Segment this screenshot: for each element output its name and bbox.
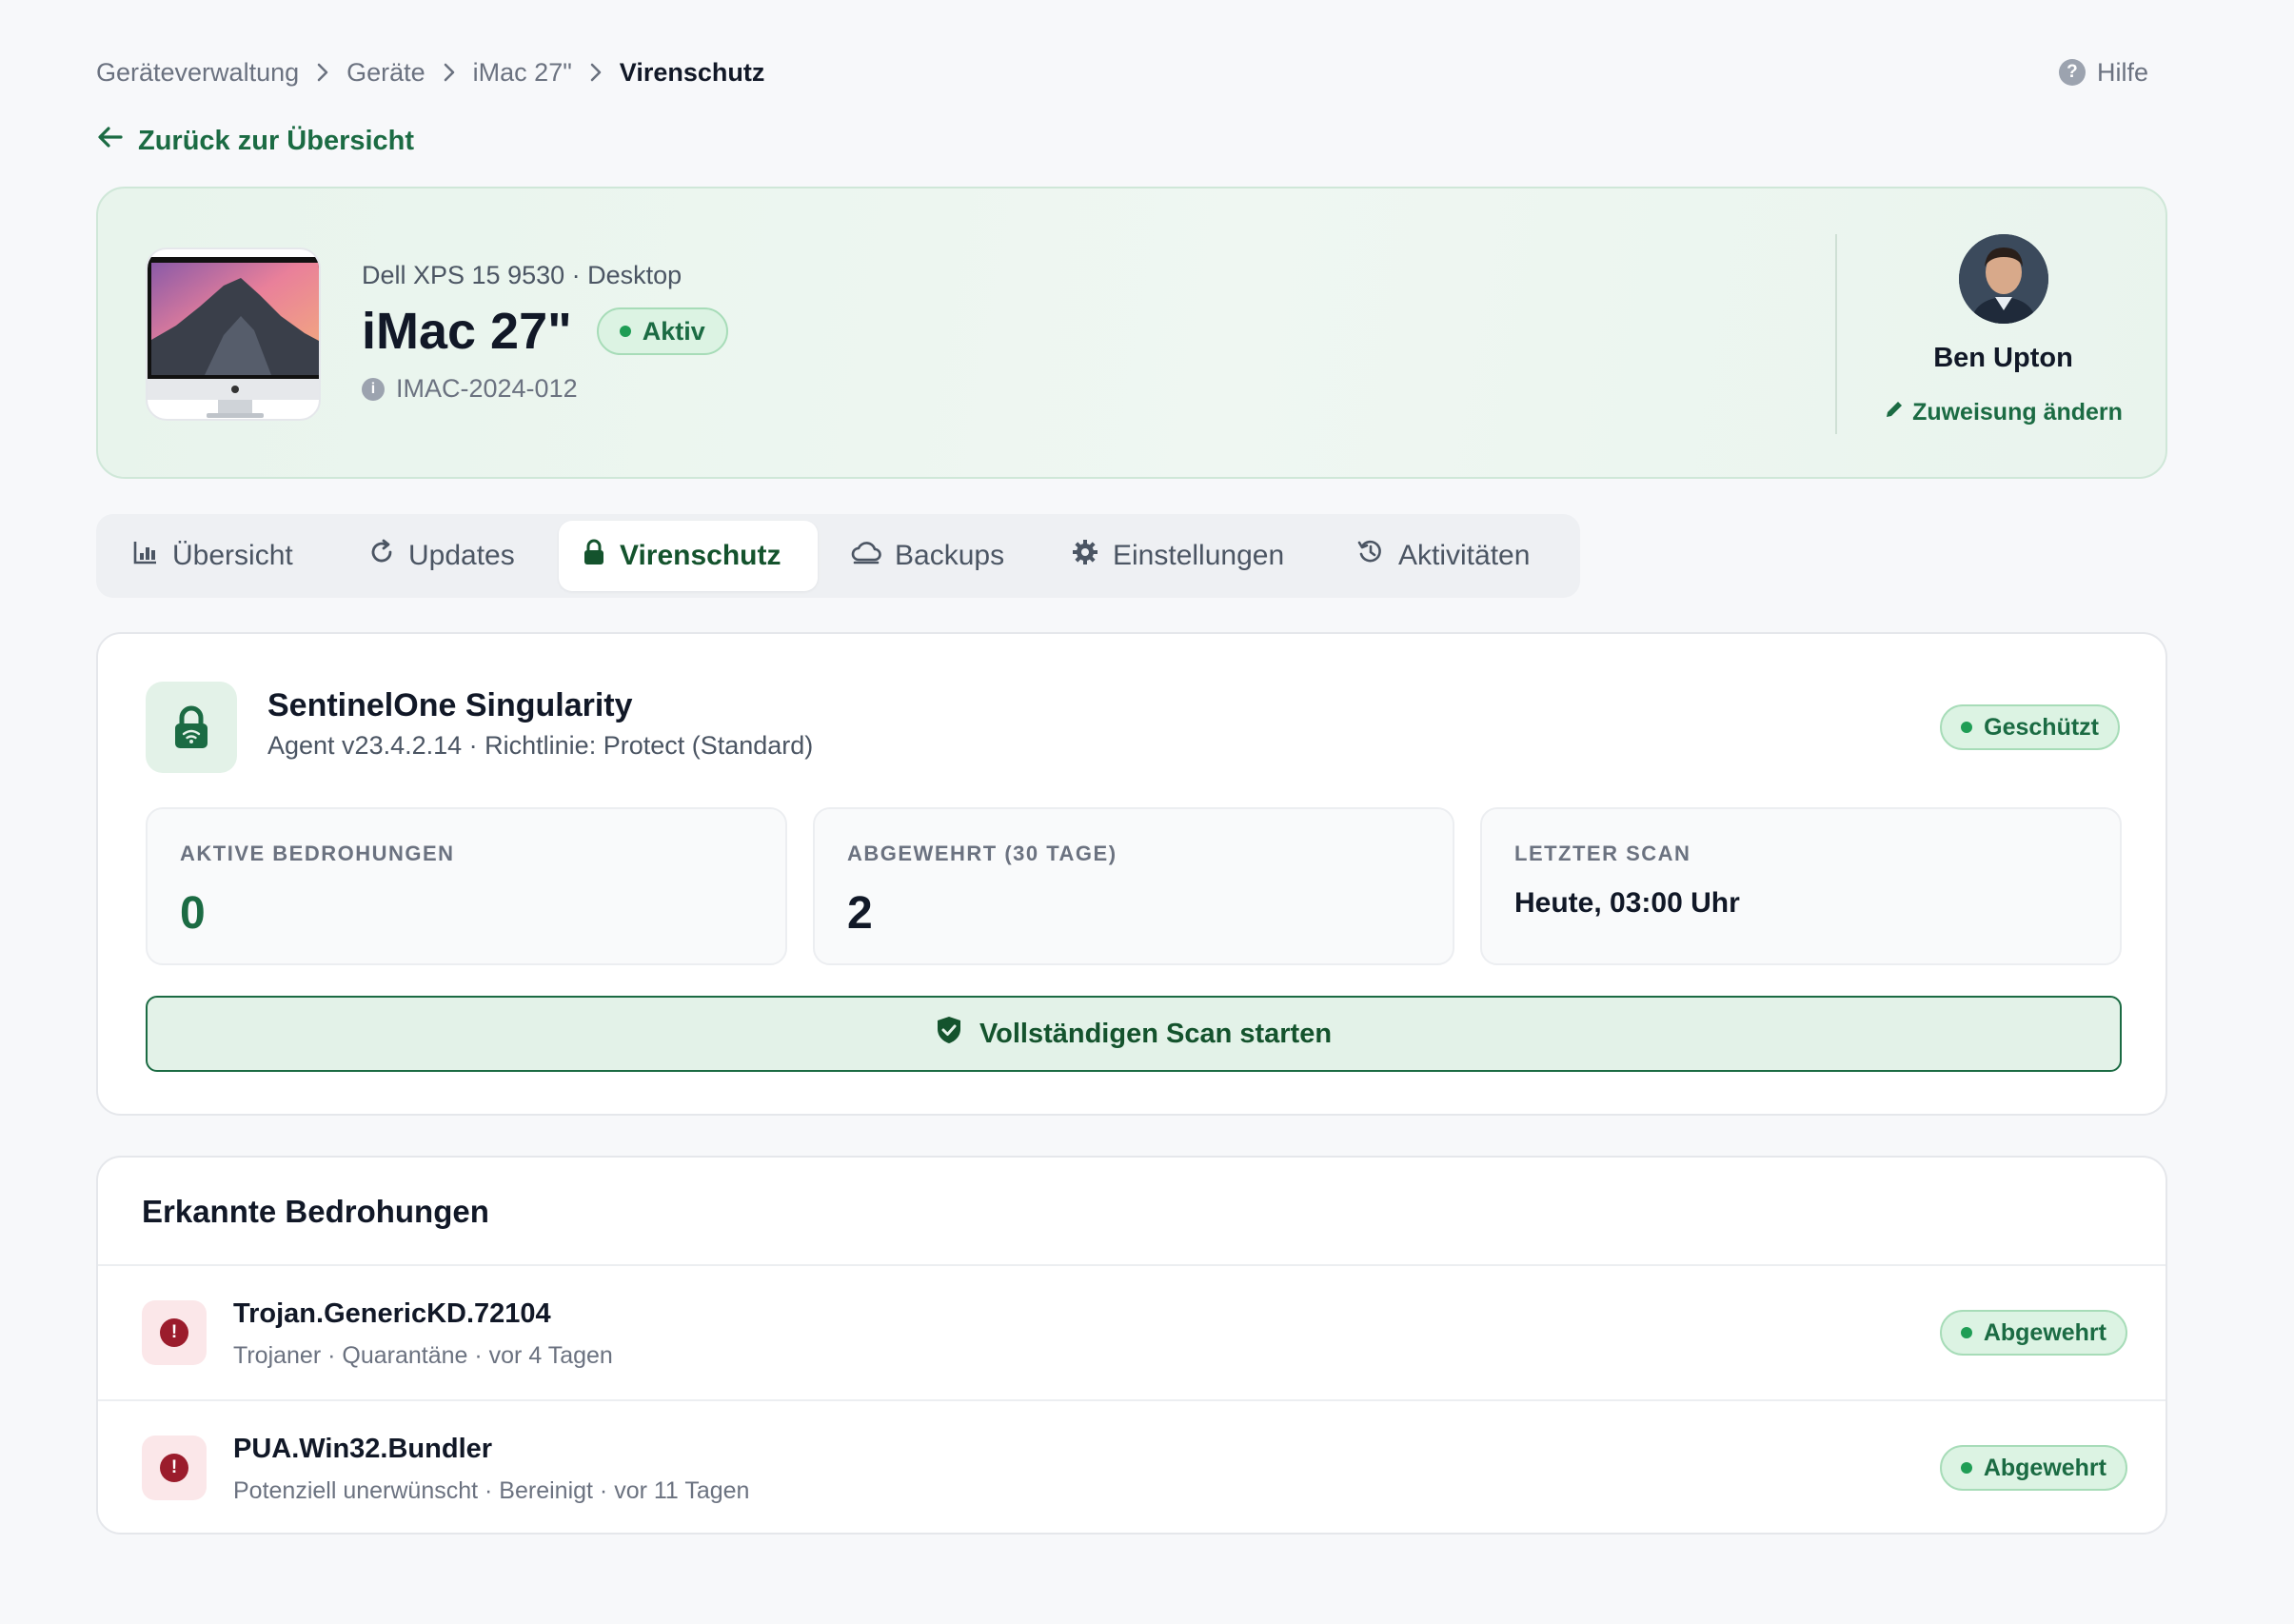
tab-antivirus[interactable]: Virenschutz xyxy=(559,521,818,591)
threat-row[interactable]: ! PUA.Win32.Bundler Potenziell unerwünsc… xyxy=(98,1399,2165,1533)
pencil-icon xyxy=(1884,399,1905,426)
threat-name: PUA.Win32.Bundler xyxy=(233,1434,493,1464)
info-icon: i xyxy=(362,377,385,401)
shield-check-icon xyxy=(936,1015,962,1053)
tab-label: Übersicht xyxy=(172,540,293,571)
stat-active-threats: AKTIVE BEDROHUNGEN 0 xyxy=(146,807,787,965)
threat-row[interactable]: ! Trojan.GenericKD.72104 Trojaner · Quar… xyxy=(98,1264,2165,1399)
tab-label: Einstellungen xyxy=(1113,540,1285,571)
status-badge-label: Aktiv xyxy=(642,316,705,346)
tab-activities[interactable]: Aktivitäten xyxy=(1334,521,1552,591)
protection-status-badge: Geschützt xyxy=(1940,704,2120,750)
tab-settings[interactable]: Einstellungen xyxy=(1048,521,1307,591)
lock-icon xyxy=(582,538,606,574)
breadcrumb-current: Virenschutz xyxy=(619,57,765,87)
asset-id: i IMAC-2024-012 xyxy=(362,374,728,404)
chevron-right-icon xyxy=(589,62,603,83)
gear-icon xyxy=(1071,538,1099,574)
help-label: Hilfe xyxy=(2096,57,2148,87)
antivirus-card: SentinelOne Singularity Agent v23.4.2.14… xyxy=(96,632,2167,1116)
assignee-panel: Ben Upton Zuweisung ändern xyxy=(1837,234,2169,426)
device-title-row: iMac 27" Aktiv xyxy=(362,302,728,361)
detected-threats-card: Erkannte Bedrohungen ! Trojan.GenericKD.… xyxy=(96,1156,2167,1535)
tab-updates[interactable]: Updates xyxy=(346,521,538,591)
tab-bar: Übersicht Updates Virenschutz Backups Ei… xyxy=(96,514,1580,598)
cloud-icon xyxy=(851,539,881,573)
device-header-card: Dell XPS 15 9530 · Desktop iMac 27" Akti… xyxy=(96,187,2167,479)
status-badge: Aktiv xyxy=(596,307,728,355)
help-icon: ? xyxy=(2058,59,2086,86)
stat-blocked-30-days: ABGEWEHRT (30 TAGE) 2 xyxy=(813,807,1454,965)
tab-backups[interactable]: Backups xyxy=(828,521,1027,591)
refresh-icon xyxy=(368,539,395,573)
full-scan-label: Vollständigen Scan starten xyxy=(979,1018,1333,1049)
alert-icon: ! xyxy=(142,1300,207,1365)
stat-value: Heute, 03:00 Uhr xyxy=(1514,887,1740,919)
tab-label: Updates xyxy=(408,540,515,571)
stat-value: 2 xyxy=(847,888,873,939)
chart-icon xyxy=(132,539,159,573)
stat-label: AKTIVE BEDROHUNGEN xyxy=(180,842,455,865)
stat-label: LETZTER SCAN xyxy=(1514,842,1691,865)
device-subtitle: Dell XPS 15 9530 · Desktop xyxy=(362,261,682,289)
antivirus-product-name: SentinelOne Singularity xyxy=(267,687,633,723)
tab-overview[interactable]: Übersicht xyxy=(109,521,316,591)
device-title: iMac 27" xyxy=(362,303,572,360)
protection-status-label: Geschützt xyxy=(1984,713,2099,741)
stat-value: 0 xyxy=(180,888,206,939)
stat-last-scan: LETZTER SCAN Heute, 03:00 Uhr xyxy=(1480,807,2122,965)
back-to-overview-link[interactable]: Zurück zur Übersicht xyxy=(96,122,414,160)
threat-name: Trojan.GenericKD.72104 xyxy=(233,1298,551,1329)
alert-icon: ! xyxy=(142,1436,207,1500)
tab-label: Aktivitäten xyxy=(1398,540,1531,571)
status-dot-icon xyxy=(1960,1327,1972,1338)
antivirus-details: Agent v23.4.2.14 · Richtlinie: Protect (… xyxy=(267,731,814,760)
section-title: Erkannte Bedrohungen xyxy=(142,1194,489,1229)
history-icon xyxy=(1356,538,1385,574)
device-image xyxy=(146,248,321,421)
status-dot-icon xyxy=(1961,722,1973,733)
tab-label: Virenschutz xyxy=(620,540,781,571)
help-link[interactable]: ? Hilfe xyxy=(2058,55,2148,89)
threat-status-label: Abgewehrt xyxy=(1983,1318,2106,1346)
back-label: Zurück zur Übersicht xyxy=(138,125,415,156)
change-assignment-label: Zuweisung ändern xyxy=(1912,399,2123,426)
page: Geräteverwaltung Geräte iMac 27" Virensc… xyxy=(0,0,2294,1624)
threat-status-badge: Abgewehrt xyxy=(1939,1310,2127,1356)
stat-label: ABGEWEHRT (30 TAGE) xyxy=(847,842,1117,865)
chevron-right-icon xyxy=(443,62,456,83)
tab-label: Backups xyxy=(895,540,1005,571)
breadcrumb: Geräteverwaltung Geräte iMac 27" Virensc… xyxy=(96,55,764,89)
full-scan-button[interactable]: Vollständigen Scan starten xyxy=(146,996,2122,1072)
avatar xyxy=(1958,234,2048,324)
status-dot-icon xyxy=(1960,1462,1972,1474)
assignee-name: Ben Upton xyxy=(1933,343,2073,373)
status-dot-icon xyxy=(619,326,631,337)
breadcrumb-item-device[interactable]: iMac 27" xyxy=(473,58,572,88)
device-meta: Dell XPS 15 9530 · Desktop iMac 27" Akti… xyxy=(362,261,728,404)
threat-status-label: Abgewehrt xyxy=(1983,1454,2106,1481)
threat-meta: Trojaner · Quarantäne · vor 4 Tagen xyxy=(233,1342,613,1369)
threat-meta: Potenziell unerwünscht · Bereinigt · vor… xyxy=(233,1477,750,1504)
arrow-left-icon xyxy=(96,123,125,159)
lock-wifi-icon xyxy=(146,682,237,773)
asset-id-value: IMAC-2024-012 xyxy=(396,374,578,403)
change-assignment-link[interactable]: Zuweisung ändern xyxy=(1884,399,2123,426)
threat-status-badge: Abgewehrt xyxy=(1939,1445,2127,1491)
breadcrumb-item-device-management[interactable]: Geräteverwaltung xyxy=(96,58,299,88)
chevron-right-icon xyxy=(316,62,329,83)
breadcrumb-item-devices[interactable]: Geräte xyxy=(346,58,425,88)
